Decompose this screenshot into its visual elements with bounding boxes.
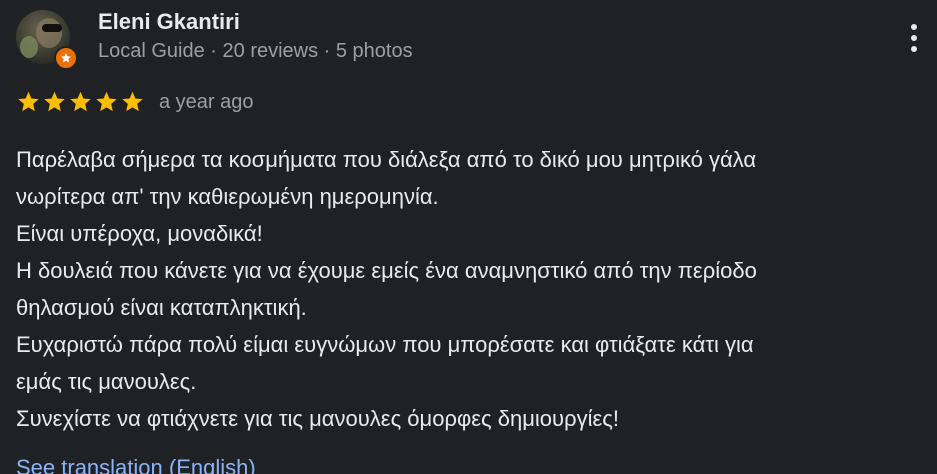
review-line: θηλασμού είναι καταπληκτική. bbox=[16, 295, 307, 320]
see-translation-link[interactable]: See translation (English) bbox=[16, 453, 256, 474]
review-line: Ευχαριστώ πάρα πολύ είμαι ευγνώμων που μ… bbox=[16, 332, 754, 357]
review-line: εμάς τις μανουλες. bbox=[16, 369, 197, 394]
review-line: Παρέλαβα σήμερα τα κοσμήματα που διάλεξα… bbox=[16, 147, 757, 172]
more-options-button[interactable] bbox=[898, 18, 930, 58]
review-time: a year ago bbox=[159, 91, 254, 113]
star-icon bbox=[70, 91, 91, 112]
review-line: Συνεχίστε να φτιάχνετε για τις μανουλες … bbox=[16, 406, 619, 431]
avatar[interactable] bbox=[16, 10, 78, 70]
reviewer-meta: Local Guide · 20 reviews · 5 photos bbox=[98, 40, 413, 62]
local-guide-badge-icon bbox=[54, 46, 78, 70]
review-line: Η δουλειά που κάνετε για να έχουμε εμείς… bbox=[16, 258, 757, 283]
star-icon bbox=[18, 91, 39, 112]
review-line: νωρίτερα απ' την καθιερωμένη ημερομηνία. bbox=[16, 184, 439, 209]
star-icon bbox=[44, 91, 65, 112]
review-line: Είναι υπέροχα, μοναδικά! bbox=[16, 221, 263, 246]
reviewer-name[interactable]: Eleni Gkantiri bbox=[98, 8, 240, 36]
star-rating bbox=[16, 90, 145, 114]
star-icon bbox=[122, 91, 143, 112]
review-text: Παρέλαβα σήμερα τα κοσμήματα που διάλεξα… bbox=[16, 141, 916, 437]
star-icon bbox=[96, 91, 117, 112]
more-vert-icon bbox=[911, 24, 917, 30]
